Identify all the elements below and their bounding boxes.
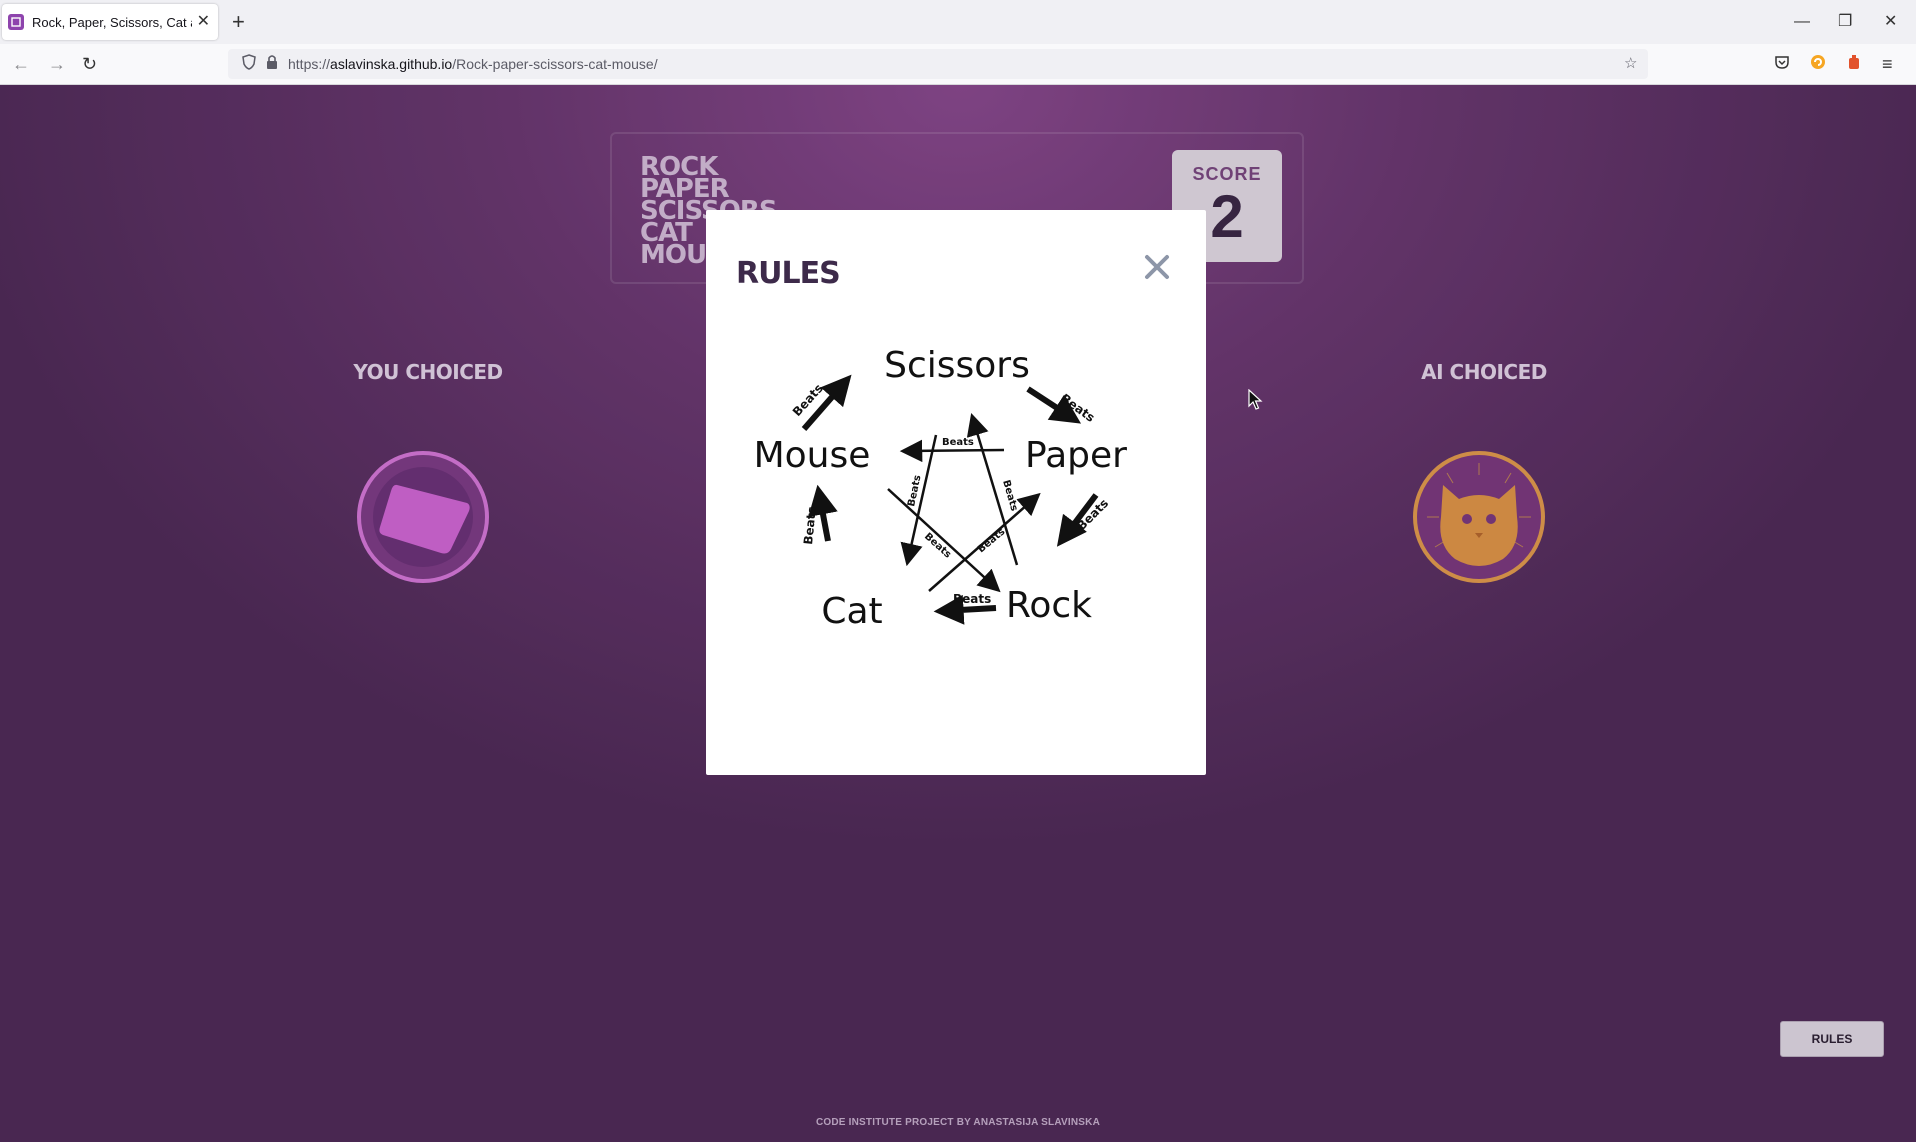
diagram-node-cat: Cat — [821, 591, 882, 632]
browser-tab[interactable]: Rock, Paper, Scissors, Cat and Mouse ✕ — [2, 4, 218, 40]
tab-title: Rock, Paper, Scissors, Cat and Mouse — [32, 14, 192, 30]
beats-label: Beats — [942, 437, 974, 448]
reload-icon[interactable]: ↻ — [82, 52, 97, 76]
lock-icon[interactable] — [266, 54, 278, 76]
diagram-node-paper: Paper — [1025, 435, 1127, 476]
star-icon[interactable]: ☆ — [1624, 54, 1637, 74]
pocket-icon[interactable] — [1774, 52, 1790, 76]
url-prefix: https:// — [288, 56, 331, 72]
game-page: ROCK PAPER SCISSORS CAT MOUSE SCORE 2 YO… — [0, 85, 1916, 1142]
diagram-node-rock: Rock — [1006, 585, 1092, 626]
arrow-mouse-beats-rock — [887, 488, 1001, 593]
shield-icon[interactable] — [242, 54, 256, 76]
extension-icon[interactable] — [1810, 52, 1826, 76]
browser-tab-bar: Rock, Paper, Scissors, Cat and Mouse ✕ +… — [0, 0, 1916, 44]
close-icon — [1145, 255, 1169, 279]
minimize-icon[interactable]: — — [1794, 10, 1810, 34]
url-path: /Rock-paper-scissors-cat-mouse/ — [452, 56, 658, 72]
url-host: aslavinska.github.io — [330, 56, 453, 72]
beats-label: Beats — [801, 506, 819, 546]
extension-icon[interactable] — [1846, 52, 1862, 76]
arrow-rock-beats-cat — [933, 594, 997, 625]
site-favicon-icon — [8, 14, 24, 30]
arrow-paper-beats-mouse — [899, 439, 1005, 463]
browser-nav-bar: ← → ↻ https://aslavinska.github.io/Rock-… — [0, 44, 1916, 85]
mouse-cursor-icon — [1248, 389, 1263, 410]
arrow-cat-beats-mouse — [808, 484, 838, 542]
restore-icon[interactable]: ❐ — [1838, 10, 1852, 34]
beats-label: Beats — [1000, 479, 1019, 513]
beats-label: Beats — [1058, 391, 1097, 425]
new-tab-plus-icon[interactable]: + — [232, 9, 245, 35]
url-text: https://aslavinska.github.io/Rock-paper-… — [288, 56, 658, 72]
rules-modal: RULES Scissors Paper Rock Cat Mouse Beat… — [706, 210, 1206, 775]
diagram-node-mouse: Mouse — [754, 435, 871, 476]
rules-diagram: Scissors Paper Rock Cat Mouse Beats Beat… — [754, 345, 1128, 632]
modal-close-button[interactable] — [1134, 244, 1180, 290]
beats-label: Beats — [953, 592, 991, 606]
back-arrow-icon[interactable]: ← — [12, 52, 30, 76]
hamburger-menu-icon[interactable]: ≡ — [1882, 52, 1893, 76]
tab-close-icon[interactable]: ✕ — [197, 12, 210, 32]
forward-arrow-icon[interactable]: → — [48, 52, 66, 76]
beats-label: Beats — [976, 526, 1008, 555]
url-bar[interactable]: https://aslavinska.github.io/Rock-paper-… — [228, 49, 1648, 79]
diagram-node-scissors: Scissors — [884, 345, 1030, 386]
close-window-icon[interactable]: ✕ — [1884, 10, 1897, 34]
modal-title: RULES — [736, 256, 841, 291]
